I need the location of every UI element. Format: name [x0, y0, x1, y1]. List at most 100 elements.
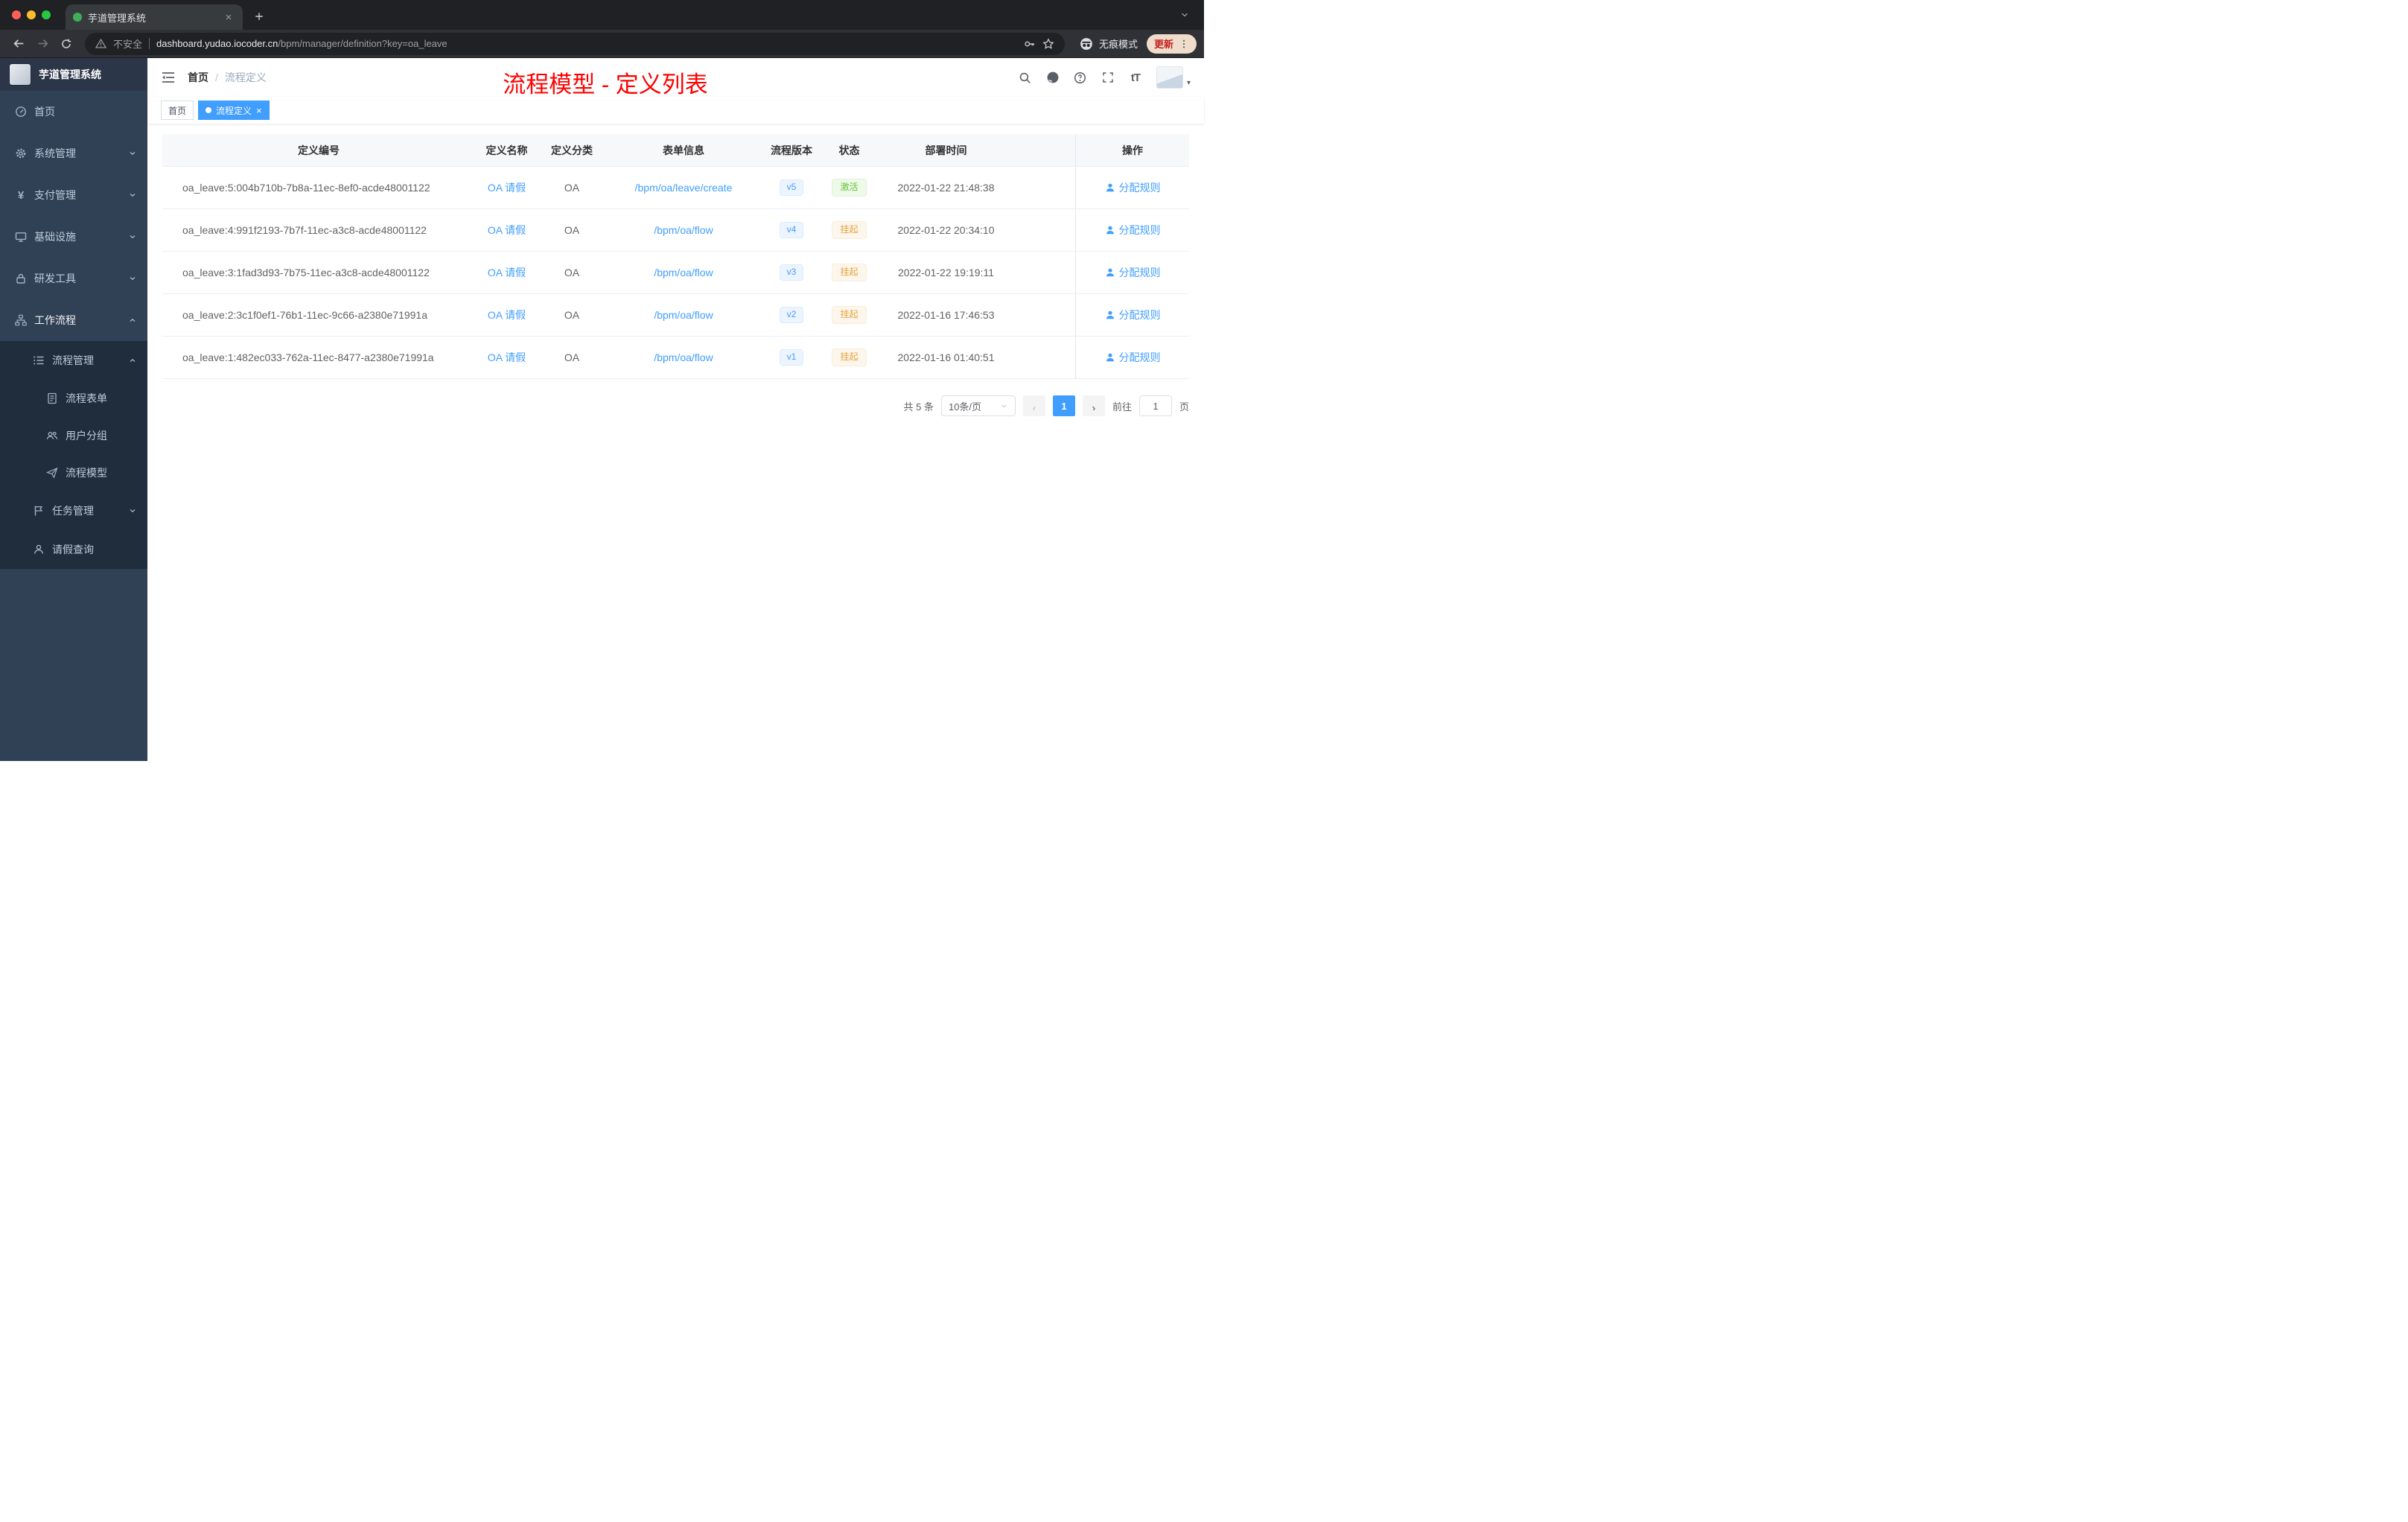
sidebar-item-leave-query[interactable]: 请假查询: [0, 530, 147, 569]
minimize-window-button[interactable]: [27, 10, 36, 19]
tag-process-definition[interactable]: 流程定义 ×: [198, 101, 270, 120]
tag-close-icon[interactable]: ×: [256, 106, 262, 115]
address-bar[interactable]: 不安全 dashboard.yudao.iocoder.cn/bpm/manag…: [85, 32, 1065, 55]
pagination-total: 共 5 条: [903, 401, 934, 413]
sidebar-item-task-management[interactable]: 任务管理: [0, 491, 147, 530]
security-label[interactable]: 不安全: [113, 36, 142, 51]
form-link[interactable]: /bpm/oa/flow: [654, 351, 713, 363]
tab-favicon: [73, 13, 82, 22]
definition-name-link[interactable]: OA 请假: [488, 308, 526, 322]
action-label: 分配规则: [1118, 351, 1161, 363]
page-number-button[interactable]: 1: [1052, 395, 1075, 416]
browser-tab[interactable]: 芋道管理系统: [66, 4, 243, 30]
flag-icon: [33, 505, 45, 517]
goto-page-input[interactable]: [1138, 395, 1172, 416]
monitor-icon: [15, 231, 27, 243]
new-tab-button[interactable]: [249, 6, 270, 27]
bookmark-star-icon[interactable]: [1042, 38, 1054, 50]
sidebar-item-label: 首页: [34, 106, 55, 118]
reload-button[interactable]: [55, 33, 77, 55]
sidebar-item-payment-management[interactable]: ¥ 支付管理: [0, 174, 147, 216]
sidebar-item-process-form[interactable]: 流程表单: [0, 380, 147, 417]
user-icon: [1105, 225, 1115, 235]
fullscreen-icon[interactable]: [1101, 71, 1115, 84]
tab-search-chevron-icon[interactable]: [1176, 6, 1194, 24]
browser-menu-kebab-icon[interactable]: [1179, 39, 1189, 49]
browser-update-button[interactable]: 更新: [1146, 34, 1197, 54]
sidebar-item-home[interactable]: 首页: [0, 91, 147, 133]
prev-page-button[interactable]: [1022, 395, 1045, 416]
sidebar-collapse-icon[interactable]: [161, 70, 176, 85]
col-header-deploy-time: 部署时间: [925, 144, 967, 156]
active-tag-dot: [206, 107, 212, 113]
help-icon[interactable]: [1074, 71, 1087, 84]
col-header-name: 定义名称: [485, 144, 528, 156]
definition-name-link[interactable]: OA 请假: [488, 180, 526, 195]
row-filler: [1015, 167, 1075, 208]
password-key-icon[interactable]: [1024, 38, 1036, 50]
pagination: 共 5 条 10条/页 1 前往 页: [162, 395, 1189, 416]
sidebar: 芋道管理系统 首页 系统管理 ¥ 支付管理 基础设施 研发工具 工作流程 流程管…: [0, 58, 147, 761]
zoom-window-button[interactable]: [42, 10, 51, 19]
breadcrumb-home[interactable]: 首页: [188, 70, 208, 85]
definition-name-link[interactable]: OA 请假: [488, 265, 526, 280]
form-link[interactable]: /bpm/oa/flow: [654, 267, 713, 278]
url-path: /bpm/manager/definition?key=oa_leave: [278, 38, 447, 49]
deploy-time: 2022-01-22 20:34:10: [897, 224, 995, 236]
close-window-button[interactable]: [12, 10, 21, 19]
search-icon[interactable]: [1019, 71, 1032, 84]
tag-home[interactable]: 首页: [161, 101, 194, 120]
logo-avatar: [9, 63, 31, 86]
page-content: 定义编号 定义名称 定义分类 表单信息 流程版本 状态 部署时间 操作 oa_l…: [147, 124, 1204, 761]
incognito-icon: [1080, 37, 1093, 51]
assign-rule-button[interactable]: 分配规则: [1105, 265, 1161, 280]
sidebar-item-user-group[interactable]: 用户分组: [0, 417, 147, 454]
user-avatar[interactable]: [1156, 66, 1183, 89]
avatar-caret-icon: ▾: [1186, 79, 1191, 87]
page-size-select[interactable]: 10条/页: [940, 395, 1016, 416]
sidebar-logo[interactable]: 芋道管理系统: [0, 58, 147, 91]
breadcrumb-current: 流程定义: [224, 71, 267, 83]
back-button[interactable]: [7, 33, 30, 55]
form-link[interactable]: /bpm/oa/flow: [654, 309, 713, 321]
url-text[interactable]: dashboard.yudao.iocoder.cn/bpm/manager/d…: [156, 38, 447, 49]
assign-rule-button[interactable]: 分配规则: [1105, 308, 1161, 322]
deploy-time: 2022-01-16 01:40:51: [897, 351, 995, 363]
status-badge: 挂起: [832, 306, 867, 324]
forward-button[interactable]: [31, 33, 54, 55]
next-page-button[interactable]: [1082, 395, 1105, 416]
deploy-time: 2022-01-22 19:19:11: [898, 267, 994, 278]
github-icon[interactable]: [1046, 71, 1060, 84]
sidebar-item-workflow[interactable]: 工作流程: [0, 299, 147, 341]
goto-label: 前往: [1112, 401, 1132, 413]
assign-rule-button[interactable]: 分配规则: [1105, 350, 1161, 365]
incognito-label: 无痕模式: [1098, 39, 1138, 50]
sidebar-item-process-management[interactable]: 流程管理: [0, 341, 147, 380]
sidebar-item-process-model[interactable]: 流程模型: [0, 454, 147, 491]
assign-rule-button[interactable]: 分配规则: [1105, 223, 1161, 238]
user-group-icon: [46, 430, 58, 442]
assign-rule-button[interactable]: 分配规则: [1105, 180, 1161, 195]
user-menu[interactable]: ▾: [1156, 66, 1191, 89]
main-area: 流程模型 - 定义列表 首页 / 流程定义 tT ▾ 首页 流程定义 × 定义编…: [147, 58, 1204, 761]
form-link[interactable]: /bpm/oa/leave/create: [635, 182, 733, 194]
version-tag: v5: [779, 179, 804, 196]
tab-close-icon[interactable]: [222, 10, 235, 24]
font-size-icon[interactable]: tT: [1129, 71, 1142, 84]
definition-name-link[interactable]: OA 请假: [488, 223, 526, 238]
form-link[interactable]: /bpm/oa/flow: [654, 224, 713, 236]
breadcrumb: 首页 / 流程定义: [188, 70, 267, 85]
user-icon: [1105, 352, 1115, 363]
sidebar-item-label: 基础设施: [34, 231, 76, 243]
chevron-down-icon: [128, 506, 137, 515]
app-frame: 芋道管理系统 首页 系统管理 ¥ 支付管理 基础设施 研发工具 工作流程 流程管…: [0, 58, 1204, 761]
sidebar-item-infrastructure[interactable]: 基础设施: [0, 216, 147, 258]
sidebar-item-label: 支付管理: [34, 189, 76, 201]
status-badge: 挂起: [832, 221, 867, 239]
sidebar-item-dev-tools[interactable]: 研发工具: [0, 258, 147, 299]
sidebar-item-system-management[interactable]: 系统管理: [0, 133, 147, 174]
status-badge: 激活: [832, 179, 867, 197]
tag-label: 首页: [168, 105, 187, 116]
sidebar-item-label: 任务管理: [52, 505, 94, 517]
definition-name-link[interactable]: OA 请假: [488, 350, 526, 365]
